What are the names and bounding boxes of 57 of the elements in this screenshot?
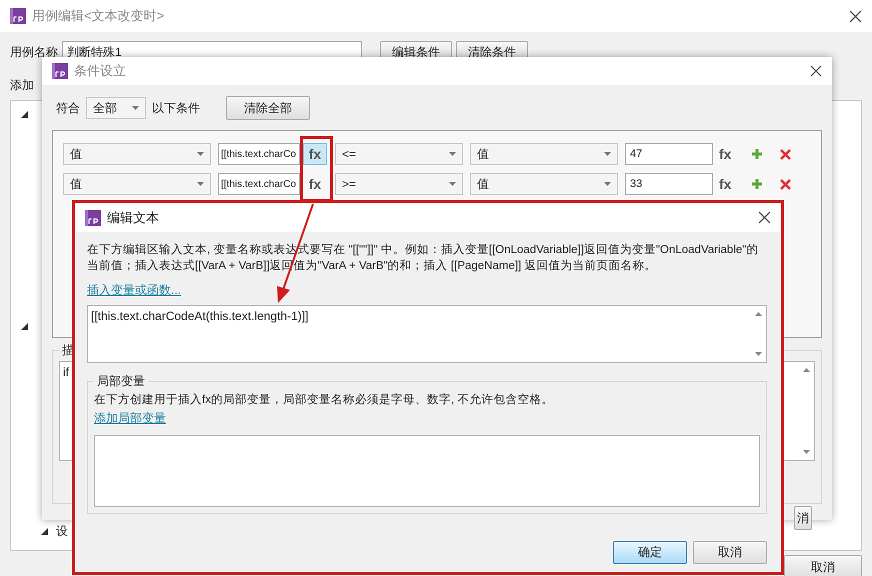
cancel-button[interactable]: 取消: [693, 541, 767, 564]
close-icon[interactable]: [758, 211, 771, 224]
add-icon[interactable]: [751, 148, 764, 160]
dropdown-caret-icon: [197, 152, 204, 156]
expression-field[interactable]: [[this.text.charCo: [218, 173, 300, 195]
delete-icon[interactable]: [780, 178, 792, 190]
close-icon[interactable]: [849, 10, 862, 22]
app-logo-icon: [52, 63, 68, 79]
cancel-button[interactable]: 消: [794, 506, 812, 530]
scroll-down-icon[interactable]: [755, 352, 762, 356]
match-label: 符合: [56, 100, 80, 116]
app-logo-icon: [10, 8, 26, 24]
dropdown-caret-icon: [449, 152, 456, 156]
value-field[interactable]: 33: [625, 173, 713, 195]
fx-button[interactable]: fx: [307, 176, 323, 192]
tree-expander-icon[interactable]: [21, 323, 28, 330]
source-select[interactable]: 值: [63, 173, 211, 195]
local-variables-text: 在下方创建用于插入fx的局部变量，局部变量名称必须是字母、数字, 不允许包含空格。: [94, 392, 554, 408]
target-select[interactable]: 值: [470, 143, 618, 165]
add-icon[interactable]: [751, 178, 764, 190]
fx-button[interactable]: fx: [719, 176, 732, 192]
clear-all-button[interactable]: 清除全部: [226, 96, 310, 120]
match-suffix: 以下条件: [152, 100, 200, 116]
match-select[interactable]: 全部: [86, 97, 146, 119]
actions-label: 添加: [10, 77, 35, 94]
close-icon[interactable]: [810, 65, 822, 77]
add-variable-link[interactable]: 添加局部变量: [94, 410, 166, 427]
cancel-button[interactable]: 取消: [784, 555, 862, 576]
source-select[interactable]: 值: [63, 143, 211, 165]
operator-select[interactable]: <=: [335, 143, 463, 165]
dropdown-caret-icon: [132, 106, 139, 110]
dialog-title: 条件设立: [74, 62, 126, 80]
scroll-up-icon[interactable]: [803, 368, 810, 372]
window-title: 用例编辑<文本改变时>: [32, 7, 164, 25]
scroll-up-icon[interactable]: [755, 312, 762, 316]
dropdown-caret-icon: [604, 152, 611, 156]
target-select[interactable]: 值: [470, 173, 618, 195]
tree-item[interactable]: 设: [56, 523, 68, 540]
fx-button[interactable]: fx: [303, 143, 327, 165]
insert-variable-link[interactable]: 插入变量或函数...: [87, 282, 182, 299]
operator-select[interactable]: >=: [335, 173, 463, 195]
delete-icon[interactable]: [780, 148, 792, 160]
ok-button[interactable]: 确定: [613, 541, 687, 564]
expression-editor[interactable]: [[this.text.charCodeAt(this.text.length-1)]]: [87, 305, 767, 363]
tree-expander-icon[interactable]: [21, 111, 28, 118]
app-logo-icon: [85, 210, 101, 226]
group-legend: 局部变量: [94, 373, 148, 390]
dropdown-caret-icon: [197, 182, 204, 186]
dropdown-caret-icon: [449, 182, 456, 186]
tree-expander-icon[interactable]: [41, 528, 48, 535]
case-name-label: 用例名称: [10, 44, 58, 60]
scroll-down-icon[interactable]: [803, 450, 810, 454]
expression-field[interactable]: [[this.text.charCo: [218, 143, 300, 165]
fx-button[interactable]: fx: [719, 146, 732, 162]
value-field[interactable]: 47: [625, 143, 713, 165]
dropdown-caret-icon: [604, 182, 611, 186]
dialog-title: 编辑文本: [107, 208, 159, 226]
